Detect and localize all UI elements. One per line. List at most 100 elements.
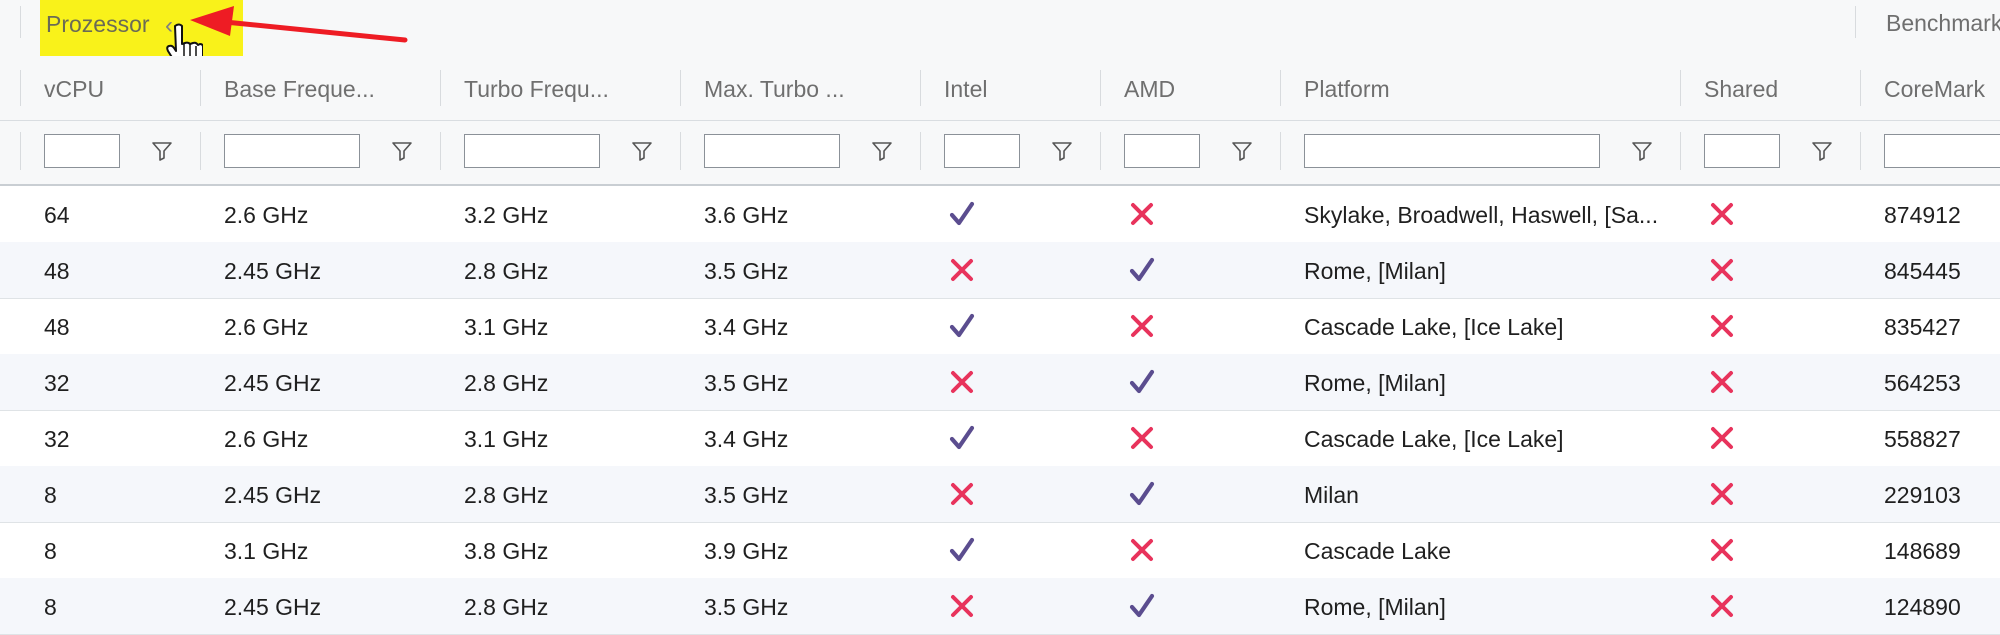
filter-input-vcpu[interactable] xyxy=(44,134,120,168)
filter-input-turbo-frequency[interactable] xyxy=(464,134,600,168)
table-row[interactable]: 8 2.45 GHz 2.8 GHz 3.5 GHz Milan 229103 xyxy=(0,466,2000,523)
table-row[interactable]: 32 2.6 GHz 3.1 GHz 3.4 GHz Cascade Lake, [Ic… xyxy=(0,410,2000,467)
cross-icon xyxy=(1711,371,1733,393)
cell-platform: Rome, [Milan] xyxy=(1304,594,1446,620)
filter-funnel-icon[interactable] xyxy=(870,139,894,163)
column-header-intel[interactable]: Intel xyxy=(944,76,987,103)
cell-base-frequency: 2.6 GHz xyxy=(224,202,309,228)
cell-platform: Skylake, Broadwell, Haswell, [Sa... xyxy=(1304,202,1659,228)
column-separator xyxy=(920,132,921,170)
column-separator xyxy=(1280,132,1281,170)
column-header-platform[interactable]: Platform xyxy=(1304,76,1390,103)
cell-platform: Rome, [Milan] xyxy=(1304,258,1446,284)
check-icon xyxy=(1129,369,1155,394)
filter-funnel-icon[interactable] xyxy=(1050,139,1074,163)
cell-coremark: 229103 xyxy=(1884,482,1961,508)
table-row[interactable]: 64 2.6 GHz 3.2 GHz 3.6 GHz Skylake, Broadwel… xyxy=(0,186,2000,243)
table-row[interactable]: 48 2.45 GHz 2.8 GHz 3.5 GHz Rome, [Milan] 845… xyxy=(0,242,2000,299)
cross-icon xyxy=(1711,595,1733,617)
cross-icon xyxy=(951,371,973,393)
cell-vcpu: 48 xyxy=(44,314,70,340)
cell-turbo-frequency: 2.8 GHz xyxy=(464,258,549,284)
cell-coremark: 558827 xyxy=(1884,426,1961,452)
column-header-amd[interactable]: AMD xyxy=(1124,76,1175,103)
cell-coremark: 845445 xyxy=(1884,258,1961,284)
column-separator xyxy=(20,132,21,170)
column-separator xyxy=(20,70,21,106)
filter-input-coremark[interactable] xyxy=(1884,134,2000,168)
cell-max-turbo: 3.4 GHz xyxy=(704,426,789,452)
filter-funnel-icon[interactable] xyxy=(1630,139,1654,163)
column-group-header-row: Benchmark xyxy=(0,0,2000,58)
filter-funnel-icon[interactable] xyxy=(150,139,174,163)
check-icon xyxy=(949,201,975,226)
check-icon xyxy=(1129,257,1155,282)
cross-icon xyxy=(951,259,973,281)
cell-base-frequency: 2.6 GHz xyxy=(224,314,309,340)
column-header-vcpu[interactable]: vCPU xyxy=(44,76,104,103)
cross-icon xyxy=(1131,203,1153,225)
cell-vcpu: 48 xyxy=(44,258,70,284)
filter-input-intel[interactable] xyxy=(944,134,1020,168)
filter-funnel-icon[interactable] xyxy=(1230,139,1254,163)
cell-turbo-frequency: 3.8 GHz xyxy=(464,538,549,564)
check-icon xyxy=(949,537,975,562)
column-header-coremark[interactable]: CoreMark xyxy=(1884,76,1985,103)
check-icon xyxy=(1129,481,1155,506)
column-header-base-frequency[interactable]: Base Freque... xyxy=(224,76,375,103)
cell-turbo-frequency: 2.8 GHz xyxy=(464,482,549,508)
filter-funnel-icon[interactable] xyxy=(630,139,654,163)
group-header-prozessor[interactable]: Prozessor xyxy=(46,11,150,38)
column-separator xyxy=(920,70,921,106)
cell-max-turbo: 3.5 GHz xyxy=(704,258,789,284)
table-row[interactable]: 8 3.1 GHz 3.8 GHz 3.9 GHz Cascade Lake 148689 xyxy=(0,522,2000,579)
cell-vcpu: 32 xyxy=(44,426,70,452)
cell-platform: Rome, [Milan] xyxy=(1304,370,1446,396)
cell-vcpu: 8 xyxy=(44,482,57,508)
cell-vcpu: 64 xyxy=(44,202,70,228)
cross-icon xyxy=(1711,315,1733,337)
cell-max-turbo: 3.4 GHz xyxy=(704,314,789,340)
column-separator xyxy=(200,132,201,170)
cell-base-frequency: 2.45 GHz xyxy=(224,370,322,396)
cross-icon xyxy=(1711,483,1733,505)
cell-coremark: 874912 xyxy=(1884,202,1961,228)
filter-input-shared[interactable] xyxy=(1704,134,1780,168)
cross-icon xyxy=(1711,259,1733,281)
cell-platform: Milan xyxy=(1304,482,1359,508)
column-header-turbo-frequency[interactable]: Turbo Frequ... xyxy=(464,76,609,103)
column-separator xyxy=(200,70,201,106)
table-row[interactable]: 8 2.45 GHz 2.8 GHz 3.5 GHz Rome, [Milan] 1248… xyxy=(0,578,2000,635)
cross-icon xyxy=(1711,203,1733,225)
filter-input-amd[interactable] xyxy=(1124,134,1200,168)
cross-icon xyxy=(1131,315,1153,337)
cell-vcpu: 8 xyxy=(44,594,57,620)
column-separator xyxy=(680,70,681,106)
filter-input-platform[interactable] xyxy=(1304,134,1600,168)
column-separator xyxy=(1280,70,1281,106)
check-icon xyxy=(949,313,975,338)
cross-icon xyxy=(1131,539,1153,561)
filter-input-base-frequency[interactable] xyxy=(224,134,360,168)
table-row[interactable]: 32 2.45 GHz 2.8 GHz 3.5 GHz Rome, [Milan] 564… xyxy=(0,354,2000,411)
cell-max-turbo: 3.6 GHz xyxy=(704,202,789,228)
column-separator xyxy=(1100,132,1101,170)
check-icon xyxy=(1129,593,1155,618)
filter-input-max-turbo[interactable] xyxy=(704,134,840,168)
table-row[interactable]: 48 2.6 GHz 3.1 GHz 3.4 GHz Cascade Lake, [Ic… xyxy=(0,298,2000,355)
column-header-shared[interactable]: Shared xyxy=(1704,76,1778,103)
cell-platform: Cascade Lake, [Ice Lake] xyxy=(1304,314,1564,340)
cell-coremark: 148689 xyxy=(1884,538,1961,564)
cell-max-turbo: 3.5 GHz xyxy=(704,482,789,508)
cell-base-frequency: 3.1 GHz xyxy=(224,538,309,564)
column-header-max-turbo[interactable]: Max. Turbo ... xyxy=(704,76,845,103)
cell-turbo-frequency: 2.8 GHz xyxy=(464,594,549,620)
cell-vcpu: 32 xyxy=(44,370,70,396)
filter-funnel-icon[interactable] xyxy=(1810,139,1834,163)
column-separator xyxy=(1860,132,1861,170)
cell-max-turbo: 3.5 GHz xyxy=(704,370,789,396)
group-header-benchmark[interactable]: Benchmark xyxy=(1886,10,2000,37)
filter-funnel-icon[interactable] xyxy=(390,139,414,163)
cross-icon xyxy=(951,595,973,617)
cell-base-frequency: 2.45 GHz xyxy=(224,594,322,620)
